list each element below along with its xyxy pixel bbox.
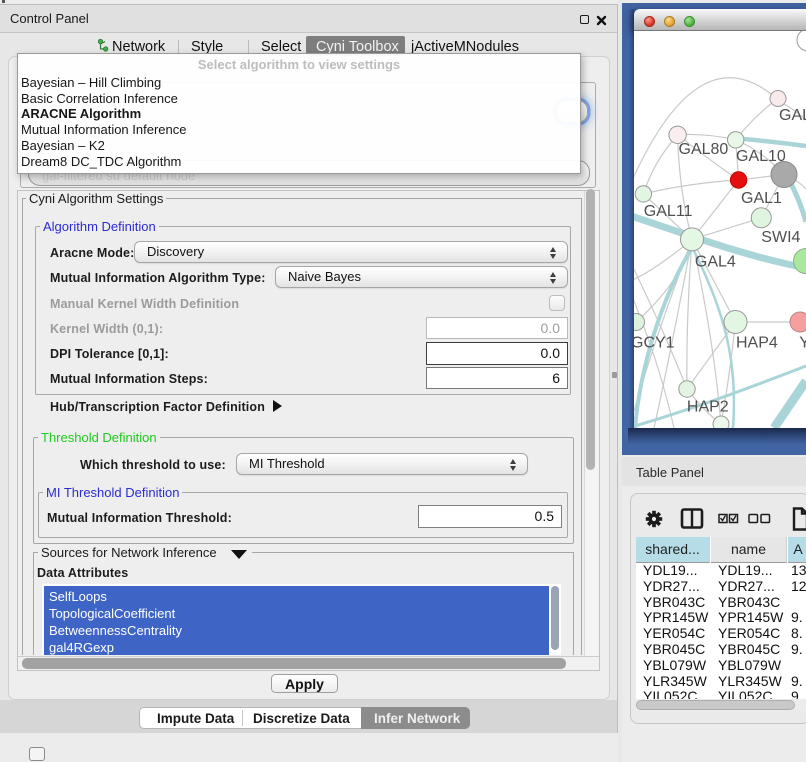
svg-text:SWI4: SWI4 [761,229,800,246]
svg-text:GCY1: GCY1 [634,335,675,352]
svg-text:GAL80: GAL80 [679,141,729,158]
svg-text:HAP2: HAP2 [687,399,729,416]
svg-text:GAL10: GAL10 [736,148,786,165]
svg-text:GAL4: GAL4 [695,254,736,271]
svg-text:GAL11: GAL11 [644,203,693,220]
svg-text:GAL1: GAL1 [741,190,782,207]
svg-text:GAL7: GAL7 [779,107,806,124]
svg-text:HAP4: HAP4 [736,335,778,352]
svg-text:Y: Y [799,335,806,352]
